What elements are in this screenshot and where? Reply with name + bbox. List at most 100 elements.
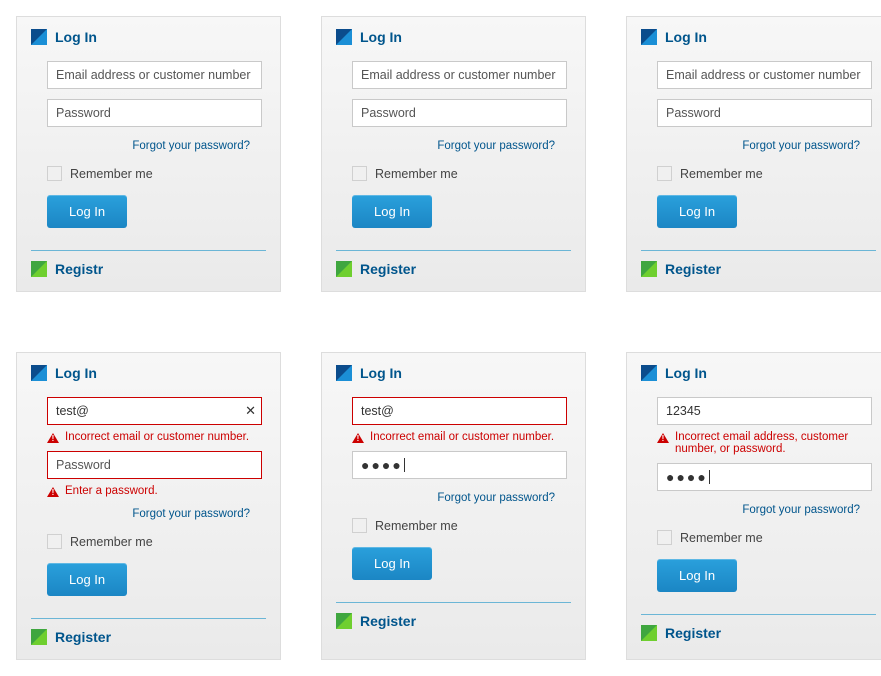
- login-header: Log In: [641, 29, 876, 45]
- register-icon: [641, 625, 657, 641]
- remember-checkbox[interactable]: [352, 518, 367, 533]
- login-card: Log In Forgot your password? Remember me…: [321, 16, 586, 292]
- warning-icon: [352, 433, 364, 443]
- remember-checkbox[interactable]: [352, 166, 367, 181]
- warning-icon: [47, 487, 59, 497]
- register-icon: [31, 629, 47, 645]
- login-icon: [31, 29, 47, 45]
- email-error: Incorrect email or customer number.: [352, 431, 567, 443]
- remember-checkbox[interactable]: [47, 534, 62, 549]
- register-link[interactable]: Register: [665, 625, 721, 641]
- login-button[interactable]: Log In: [657, 195, 737, 228]
- login-title: Log In: [665, 29, 707, 45]
- clear-input-icon[interactable]: ✕: [245, 403, 256, 419]
- remember-me[interactable]: Remember me: [47, 166, 266, 181]
- forgot-password-link[interactable]: Forgot your password?: [132, 140, 250, 152]
- login-header: Log In: [31, 365, 266, 381]
- warning-icon: [47, 433, 59, 443]
- login-card: Log In ✕ Incorrect email or customer num…: [16, 352, 281, 660]
- divider: [336, 250, 571, 251]
- login-icon: [336, 29, 352, 45]
- password-field[interactable]: [657, 99, 872, 127]
- text-cursor: [404, 458, 405, 472]
- login-icon: [641, 365, 657, 381]
- register-link[interactable]: Register: [665, 261, 721, 277]
- forgot-password-link[interactable]: Forgot your password?: [742, 504, 860, 516]
- remember-me[interactable]: Remember me: [657, 530, 876, 545]
- register-row[interactable]: Register: [336, 261, 571, 277]
- register-row[interactable]: Register: [31, 629, 266, 645]
- remember-me[interactable]: Remember me: [47, 534, 266, 549]
- login-icon: [31, 365, 47, 381]
- login-icon: [336, 365, 352, 381]
- password-field[interactable]: [47, 451, 262, 479]
- login-card: Log In Forgot your password? Remember me…: [626, 16, 881, 292]
- login-button[interactable]: Log In: [47, 195, 127, 228]
- login-header: Log In: [336, 29, 571, 45]
- register-link[interactable]: Registr: [55, 261, 103, 277]
- login-card: Log In Forgot your password? Remember me…: [16, 16, 281, 292]
- divider: [336, 602, 571, 603]
- email-field[interactable]: [352, 61, 567, 89]
- login-title: Log In: [360, 29, 402, 45]
- login-card: Log In Incorrect email address, customer…: [626, 352, 881, 660]
- login-header: Log In: [641, 365, 876, 381]
- password-field[interactable]: [352, 99, 567, 127]
- remember-checkbox[interactable]: [657, 530, 672, 545]
- text-cursor: [709, 470, 710, 484]
- register-icon: [31, 261, 47, 277]
- remember-me[interactable]: Remember me: [352, 518, 571, 533]
- login-card-grid: Log In Forgot your password? Remember me…: [0, 0, 881, 676]
- login-button[interactable]: Log In: [47, 563, 127, 596]
- login-header: Log In: [336, 365, 571, 381]
- register-icon: [641, 261, 657, 277]
- login-icon: [641, 29, 657, 45]
- register-link[interactable]: Register: [360, 613, 416, 629]
- forgot-password-link[interactable]: Forgot your password?: [437, 140, 555, 152]
- forgot-password-link[interactable]: Forgot your password?: [132, 508, 250, 520]
- remember-checkbox[interactable]: [657, 166, 672, 181]
- forgot-password-link[interactable]: Forgot your password?: [742, 140, 860, 152]
- combo-error: Incorrect email address, customer number…: [657, 431, 872, 455]
- email-field[interactable]: [657, 397, 872, 425]
- register-row[interactable]: Register: [641, 261, 876, 277]
- login-title: Log In: [360, 365, 402, 381]
- password-field[interactable]: ●●●●: [657, 463, 872, 491]
- register-row[interactable]: Register: [336, 613, 571, 629]
- password-field[interactable]: [47, 99, 262, 127]
- register-icon: [336, 261, 352, 277]
- remember-me[interactable]: Remember me: [657, 166, 876, 181]
- login-title: Log In: [665, 365, 707, 381]
- password-field[interactable]: ●●●●: [352, 451, 567, 479]
- remember-checkbox[interactable]: [47, 166, 62, 181]
- email-field[interactable]: [47, 397, 262, 425]
- divider: [31, 618, 266, 619]
- register-link[interactable]: Register: [360, 261, 416, 277]
- forgot-password-link[interactable]: Forgot your password?: [437, 492, 555, 504]
- register-row[interactable]: Register: [641, 625, 876, 641]
- login-card: Log In Incorrect email or customer numbe…: [321, 352, 586, 660]
- email-field[interactable]: [352, 397, 567, 425]
- login-button[interactable]: Log In: [352, 195, 432, 228]
- remember-label: Remember me: [375, 519, 458, 533]
- remember-label: Remember me: [70, 535, 153, 549]
- login-button[interactable]: Log In: [657, 559, 737, 592]
- password-error: Enter a password.: [47, 485, 262, 497]
- divider: [641, 614, 876, 615]
- remember-label: Remember me: [680, 167, 763, 181]
- email-field[interactable]: [47, 61, 262, 89]
- login-title: Log In: [55, 29, 97, 45]
- warning-icon: [657, 433, 669, 443]
- divider: [31, 250, 266, 251]
- register-row[interactable]: Registr: [31, 261, 266, 277]
- remember-label: Remember me: [70, 167, 153, 181]
- register-link[interactable]: Register: [55, 629, 111, 645]
- login-button[interactable]: Log In: [352, 547, 432, 580]
- login-title: Log In: [55, 365, 97, 381]
- divider: [641, 250, 876, 251]
- email-field[interactable]: [657, 61, 872, 89]
- email-error: Incorrect email or customer number.: [47, 431, 262, 443]
- login-header: Log In: [31, 29, 266, 45]
- remember-label: Remember me: [680, 531, 763, 545]
- remember-me[interactable]: Remember me: [352, 166, 571, 181]
